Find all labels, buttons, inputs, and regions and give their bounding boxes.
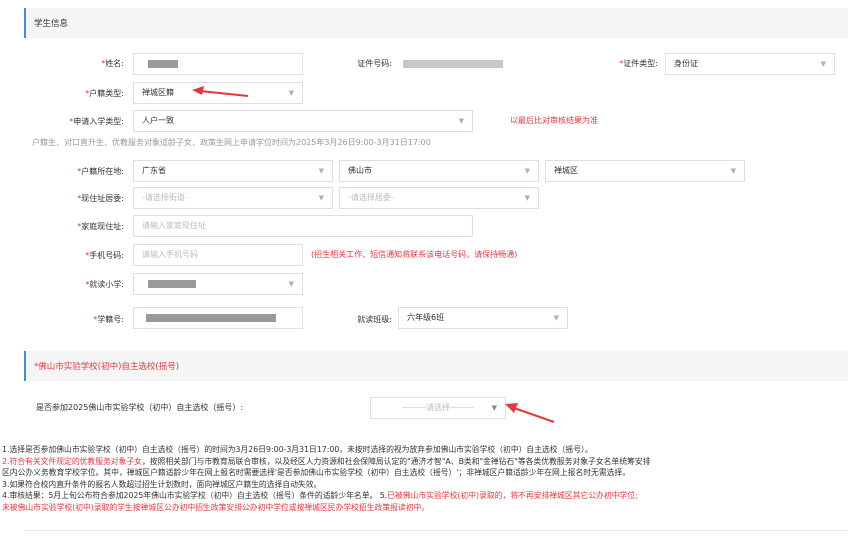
section-title: 学生信息 [34, 19, 69, 29]
apply-type-label: *申请入学类型: [69, 117, 124, 126]
note-1: 1.选择是否参加佛山市实验学校（初中）自主选校（摇号）的时间为3月26日9:00… [2, 445, 593, 454]
note-2-cont: 区内公办义务教育学校学位。其中，禅城区户籍适龄少年在网上报名时需要选择'是否参加… [2, 468, 631, 478]
student-no-label: *学籍号: [93, 315, 124, 324]
chevron-down-icon: ▼ [288, 89, 294, 97]
apply-type-hint: 以最后比对审核结果为准 [510, 116, 598, 125]
chevron-down-icon: ▼ [524, 167, 530, 175]
phone-hint: (招生相关工作、短信通知将联系该电话号码，请保持畅通) [311, 250, 518, 259]
student-info-header: 学生信息 [24, 8, 848, 38]
lottery-question: 是否参加2025佛山市实验学校（初中）自主选校（摇号）: [36, 403, 244, 412]
lottery-header: *佛山市实验学校(初中)自主选校(摇号) [24, 351, 848, 381]
committee-select[interactable]: -请选择居委- ▼ [339, 187, 539, 209]
province-select[interactable]: 广东省 ▼ [133, 160, 333, 182]
hukou-location-label: *户籍所在地: [77, 167, 124, 176]
name-label: *姓名: [101, 59, 124, 68]
apply-type-select[interactable]: 人户一致 ▼ [133, 110, 473, 132]
class-select[interactable]: 六年级6班 ▼ [398, 307, 568, 329]
chevron-down-icon: ▼ [458, 117, 464, 125]
district-select[interactable]: 禅城区 ▼ [545, 160, 745, 182]
lottery-select[interactable]: ———请选择——— ▼ [370, 397, 506, 419]
residence-label: *现住址居委: [77, 194, 124, 203]
note-2: 2.符合有关文件规定的优教服务对象子女，按照相关部门与市教育局联合审核，以及经区… [2, 456, 651, 466]
red-arrow-annotation [505, 403, 555, 423]
phone-input[interactable]: 请输入手机号码 [133, 244, 303, 266]
hukou-type-label: *户籍类型: [85, 89, 124, 98]
city-select[interactable]: 佛山市 ▼ [339, 160, 539, 182]
red-arrow-annotation [192, 86, 249, 97]
chevron-down-icon: ▼ [820, 60, 826, 68]
id-number-input[interactable] [394, 53, 504, 75]
chevron-down-icon: ▼ [524, 194, 530, 202]
id-number-label: 证件号码: [357, 59, 392, 68]
id-type-label: *证件类型: [619, 59, 658, 68]
street-select[interactable]: -请选择街道- ▼ [133, 187, 333, 209]
class-label: 就读班级: [357, 315, 392, 324]
address-label: *家庭现住址: [77, 222, 124, 231]
student-no-input[interactable] [133, 307, 303, 329]
chevron-down-icon: ▼ [730, 167, 736, 175]
phone-label: *手机号码: [85, 251, 124, 260]
note-4-cont: 未被佛山市实验学校(初中)录取的学生按禅城区公办初中招生政策安排公办初中学位或按… [2, 502, 430, 512]
notes-block: 1.选择是否参加佛山市实验学校（初中）自主选校（摇号）的时间为3月26日9:00… [0, 444, 864, 514]
chevron-down-icon: ▼ [491, 404, 497, 412]
chevron-down-icon: ▼ [553, 314, 559, 322]
name-input[interactable] [133, 53, 303, 75]
chevron-down-icon: ▼ [318, 194, 324, 202]
lottery-title: *佛山市实验学校(初中)自主选校(摇号) [34, 362, 180, 372]
divider [24, 530, 848, 531]
note-3: 3.如果符合校内直升条件的报名人数超过招生计划数时，面向禅城区户籍生的选择自动失… [2, 479, 322, 489]
id-type-select[interactable]: 身份证 ▼ [665, 53, 835, 75]
apply-time-note: 户籍生、对口直升生、优教服务对象适龄子女、政策生网上申请学位时间为2025年3月… [32, 138, 431, 147]
chevron-down-icon: ▼ [288, 280, 294, 288]
school-select[interactable]: ▼ [133, 273, 303, 295]
note-4: 4.审核结果：5月上旬公布符合参加2025年佛山市实验学校（初中）自主选校（摇号… [2, 491, 638, 501]
chevron-down-icon: ▼ [318, 167, 324, 175]
school-label: *就读小学: [85, 280, 124, 289]
address-input[interactable]: 请输入家庭现住址 [133, 215, 473, 237]
